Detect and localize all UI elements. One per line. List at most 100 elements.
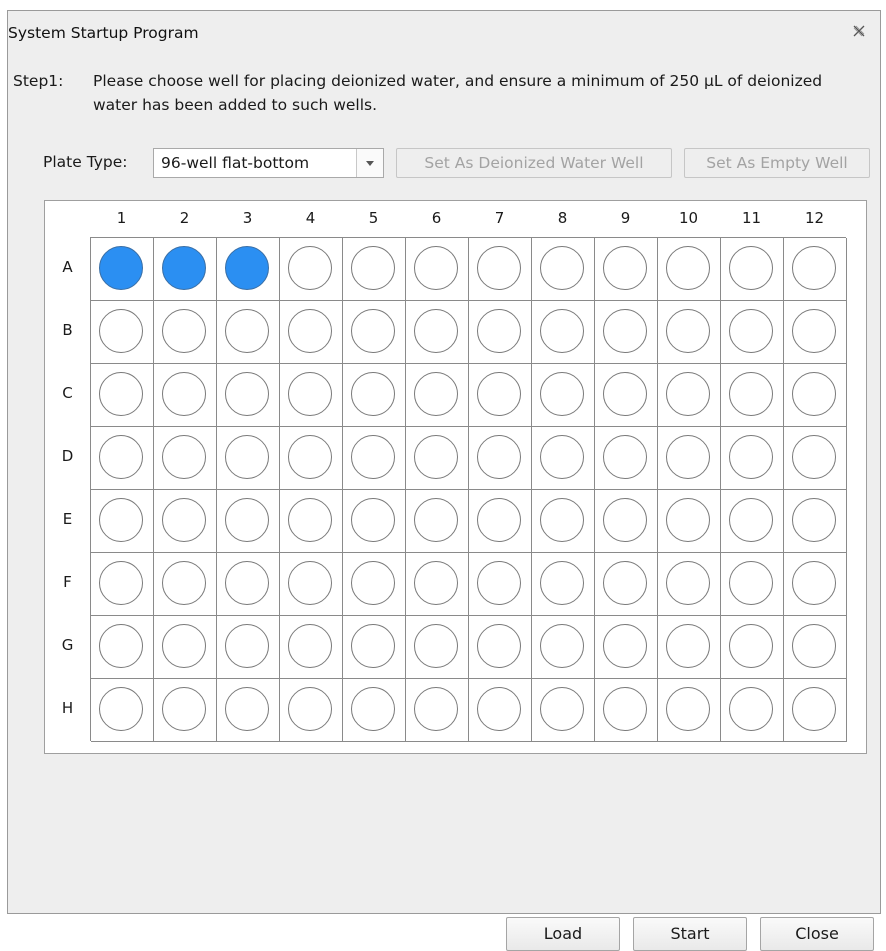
well-H9[interactable]: [603, 687, 647, 731]
well-cell[interactable]: [658, 364, 721, 427]
well-cell[interactable]: [217, 238, 280, 301]
well-cell[interactable]: [532, 553, 595, 616]
well-B3[interactable]: [225, 309, 269, 353]
well-C2[interactable]: [162, 372, 206, 416]
well-B1[interactable]: [99, 309, 143, 353]
well-cell[interactable]: [280, 301, 343, 364]
well-cell[interactable]: [280, 427, 343, 490]
well-cell[interactable]: [721, 301, 784, 364]
well-cell[interactable]: [406, 679, 469, 742]
well-cell[interactable]: [595, 616, 658, 679]
well-G2[interactable]: [162, 624, 206, 668]
well-cell[interactable]: [658, 490, 721, 553]
well-D10[interactable]: [666, 435, 710, 479]
well-cell[interactable]: [469, 364, 532, 427]
well-cell[interactable]: [721, 427, 784, 490]
well-cell[interactable]: [217, 616, 280, 679]
well-A1[interactable]: [99, 246, 143, 290]
well-A12[interactable]: [792, 246, 836, 290]
well-cell[interactable]: [658, 238, 721, 301]
well-cell[interactable]: [721, 616, 784, 679]
well-cell[interactable]: [784, 490, 847, 553]
well-F6[interactable]: [414, 561, 458, 605]
well-cell[interactable]: [280, 679, 343, 742]
well-D3[interactable]: [225, 435, 269, 479]
well-cell[interactable]: [469, 427, 532, 490]
well-cell[interactable]: [91, 427, 154, 490]
well-cell[interactable]: [154, 490, 217, 553]
well-F5[interactable]: [351, 561, 395, 605]
set-deionized-water-button[interactable]: Set As Deionized Water Well: [396, 148, 672, 178]
well-cell[interactable]: [280, 238, 343, 301]
well-D1[interactable]: [99, 435, 143, 479]
well-G5[interactable]: [351, 624, 395, 668]
well-cell[interactable]: [469, 616, 532, 679]
well-cell[interactable]: [469, 679, 532, 742]
plate-type-select[interactable]: 96-well flat-bottom: [153, 148, 384, 178]
well-cell[interactable]: [217, 364, 280, 427]
well-G8[interactable]: [540, 624, 584, 668]
well-cell[interactable]: [343, 238, 406, 301]
well-D8[interactable]: [540, 435, 584, 479]
well-cell[interactable]: [658, 427, 721, 490]
close-button[interactable]: Close: [760, 917, 874, 951]
well-A10[interactable]: [666, 246, 710, 290]
well-cell[interactable]: [406, 553, 469, 616]
well-cell[interactable]: [532, 490, 595, 553]
well-B7[interactable]: [477, 309, 521, 353]
well-H11[interactable]: [729, 687, 773, 731]
well-cell[interactable]: [469, 301, 532, 364]
well-H6[interactable]: [414, 687, 458, 731]
well-C12[interactable]: [792, 372, 836, 416]
well-cell[interactable]: [721, 553, 784, 616]
well-F9[interactable]: [603, 561, 647, 605]
dropdown-arrow[interactable]: [356, 149, 383, 177]
well-E7[interactable]: [477, 498, 521, 542]
well-cell[interactable]: [784, 679, 847, 742]
well-cell[interactable]: [532, 364, 595, 427]
well-cell[interactable]: [532, 679, 595, 742]
well-G4[interactable]: [288, 624, 332, 668]
well-C11[interactable]: [729, 372, 773, 416]
well-G9[interactable]: [603, 624, 647, 668]
well-cell[interactable]: [595, 490, 658, 553]
well-C7[interactable]: [477, 372, 521, 416]
well-cell[interactable]: [280, 364, 343, 427]
well-cell[interactable]: [91, 364, 154, 427]
set-empty-well-button[interactable]: Set As Empty Well: [684, 148, 870, 178]
well-E12[interactable]: [792, 498, 836, 542]
well-C3[interactable]: [225, 372, 269, 416]
well-G6[interactable]: [414, 624, 458, 668]
well-D5[interactable]: [351, 435, 395, 479]
well-cell[interactable]: [91, 490, 154, 553]
load-button[interactable]: Load: [506, 917, 620, 951]
well-cell[interactable]: [280, 553, 343, 616]
well-cell[interactable]: [784, 553, 847, 616]
well-C1[interactable]: [99, 372, 143, 416]
well-cell[interactable]: [469, 553, 532, 616]
well-E3[interactable]: [225, 498, 269, 542]
well-cell[interactable]: [406, 364, 469, 427]
well-G1[interactable]: [99, 624, 143, 668]
well-cell[interactable]: [343, 427, 406, 490]
well-cell[interactable]: [217, 553, 280, 616]
well-A6[interactable]: [414, 246, 458, 290]
well-cell[interactable]: [469, 238, 532, 301]
well-cell[interactable]: [91, 238, 154, 301]
well-H1[interactable]: [99, 687, 143, 731]
well-B6[interactable]: [414, 309, 458, 353]
well-cell[interactable]: [595, 679, 658, 742]
well-C5[interactable]: [351, 372, 395, 416]
well-B2[interactable]: [162, 309, 206, 353]
well-cell[interactable]: [343, 364, 406, 427]
well-B4[interactable]: [288, 309, 332, 353]
well-cell[interactable]: [721, 238, 784, 301]
well-cell[interactable]: [784, 238, 847, 301]
well-cell[interactable]: [154, 364, 217, 427]
well-C10[interactable]: [666, 372, 710, 416]
well-B11[interactable]: [729, 309, 773, 353]
well-cell[interactable]: [784, 364, 847, 427]
well-cell[interactable]: [532, 427, 595, 490]
well-F3[interactable]: [225, 561, 269, 605]
well-cell[interactable]: [784, 427, 847, 490]
